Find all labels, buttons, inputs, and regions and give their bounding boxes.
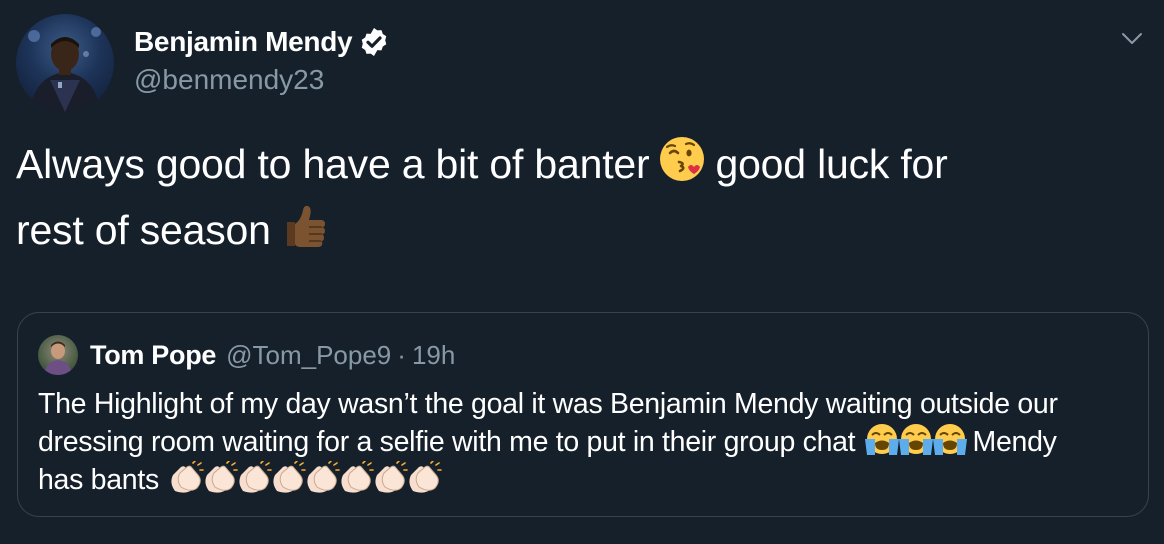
quoted-tweet-header: Tom Pope @Tom_Pope9 · 19h [38,335,455,375]
clapping-hands-emoji-icon [303,460,341,495]
author-display-name[interactable]: Benjamin Mendy [134,26,353,58]
quoted-text-part2: dressing room waiting for a selfie with … [38,426,856,458]
quoted-tweet[interactable]: Tom Pope @Tom_Pope9 · 19h The Highlight … [17,312,1149,517]
clapping-hands-emoji-icon [235,460,273,495]
author-avatar[interactable] [16,14,114,112]
quoted-author-avatar [38,335,78,375]
tweet-text-part2: good luck for [715,141,948,187]
kissing-face-emoji-icon [657,134,707,200]
clapping-emoji-group [167,460,442,496]
tweet-text-part3: rest of season [16,207,271,254]
loudly-crying-face-emoji-icon [863,423,901,457]
author-info: Benjamin Mendy @benmendy23 [134,22,390,96]
thumbs-up-emoji-icon [279,200,329,266]
clapping-hands-emoji-icon [371,460,409,495]
quoted-separator: · [397,339,406,370]
clapping-hands-emoji-icon [337,460,375,495]
tweet-text: Always good to have a bit of banter good… [16,134,1136,266]
crying-emoji-group [863,423,967,458]
clapping-hands-emoji-icon [405,460,443,495]
clapping-hands-emoji-icon [167,460,205,495]
tweet-text-part1: Always good to have a bit of banter [16,141,650,187]
quoted-author-handle: @Tom_Pope9 [226,339,392,370]
loudly-crying-face-emoji-icon [931,423,969,457]
tweet: Benjamin Mendy @benmendy23 Always good t… [0,0,1164,544]
clapping-hands-emoji-icon [201,460,239,495]
quoted-tweet-text: The Highlight of my day wasn’t the goal … [38,385,1133,499]
quoted-timestamp: 19h [411,339,456,370]
quoted-author-name: Tom Pope [90,339,217,370]
quoted-text-part3: Mendy [972,426,1057,458]
quoted-text-part4: has bants [38,464,159,496]
author-handle[interactable]: @benmendy23 [134,64,390,96]
clapping-hands-emoji-icon [269,460,307,495]
quoted-text-part1: The Highlight of my day wasn’t the goal … [38,388,1058,420]
verified-badge-icon [358,26,390,58]
author-name-row: Benjamin Mendy [134,22,390,62]
chevron-down-icon[interactable] [1120,26,1144,50]
loudly-crying-face-emoji-icon [897,423,935,457]
